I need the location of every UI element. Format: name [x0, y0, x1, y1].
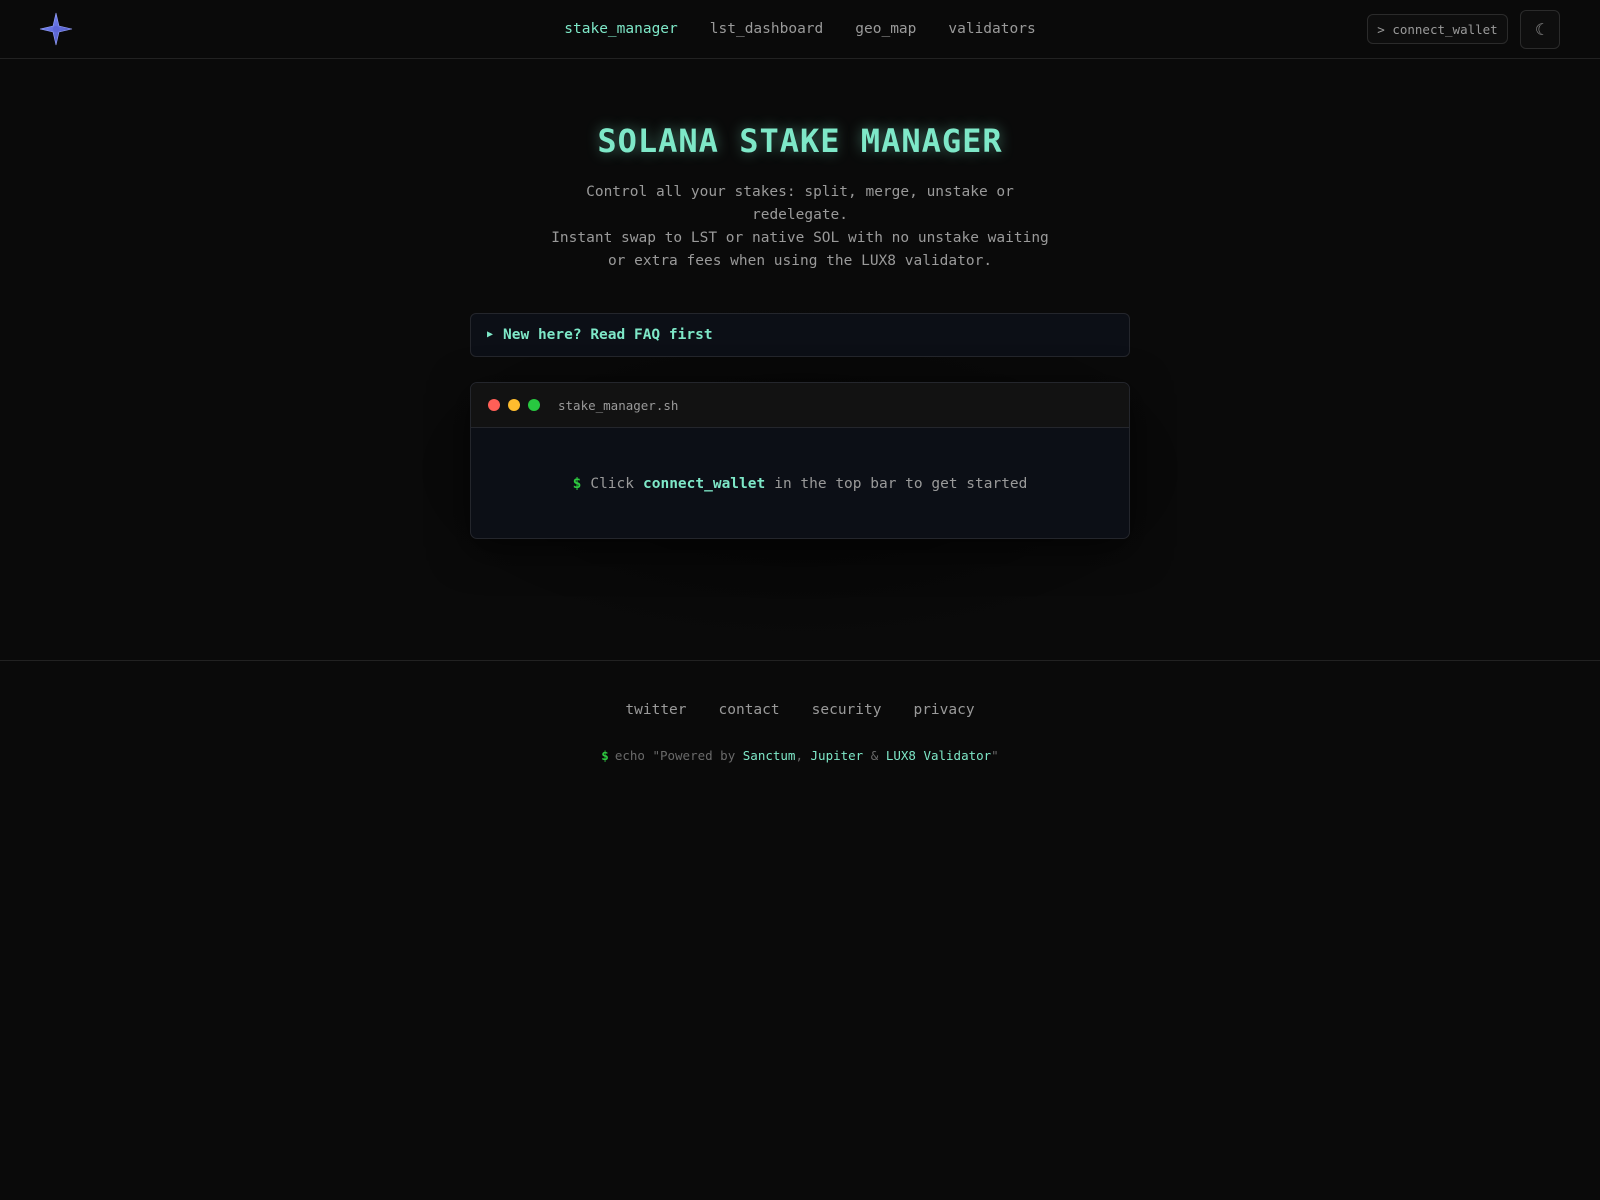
nav-stake-manager[interactable]: stake_manager: [564, 21, 678, 37]
faq-disclosure[interactable]: ▶ New here? Read FAQ first: [470, 313, 1130, 357]
terminal-window: stake_manager.sh $ Click connect_wallet …: [470, 382, 1130, 539]
prompt-symbol: $: [572, 475, 582, 492]
terminal-text-after: in the top bar to get started: [774, 475, 1028, 492]
echo-separator: &: [870, 748, 879, 763]
terminal-text-before: Click: [590, 475, 634, 492]
close-dot-icon: [488, 399, 500, 411]
partner-link-jupiter[interactable]: Jupiter: [811, 748, 864, 763]
top-bar: stake_manager lst_dashboard geo_map vali…: [0, 0, 1600, 59]
echo-suffix: ": [991, 748, 999, 763]
moon-icon: ☾: [1535, 20, 1545, 39]
terminal-highlight: connect_wallet: [643, 475, 766, 492]
terminal-header: stake_manager.sh: [471, 383, 1129, 428]
footer-link-security[interactable]: security: [812, 702, 882, 718]
terminal-body: $ Click connect_wallet in the top bar to…: [471, 428, 1129, 538]
minimize-dot-icon: [508, 399, 520, 411]
footer-divider: [0, 660, 1600, 661]
footer-link-twitter[interactable]: twitter: [625, 702, 686, 718]
terminal-title: stake_manager.sh: [558, 397, 679, 413]
page-subtitle: Control all your stakes: split, merge, u…: [540, 181, 1060, 273]
theme-toggle-button[interactable]: ☾: [1520, 10, 1560, 49]
page-title: SOLANA STAKE MANAGER: [597, 122, 1003, 160]
prompt-symbol: $: [601, 748, 609, 763]
partner-link-sanctum[interactable]: Sanctum: [743, 748, 796, 763]
nav-lst-dashboard[interactable]: lst_dashboard: [710, 21, 824, 37]
footer-link-privacy[interactable]: privacy: [913, 702, 974, 718]
echo-separator: ,: [795, 748, 803, 763]
echo-prefix: echo "Powered by: [614, 748, 736, 763]
nav-validators[interactable]: validators: [948, 21, 1035, 37]
subtitle-line: Instant swap to LST or native SOL with n…: [551, 230, 1049, 246]
partner-link-lux8[interactable]: LUX8 Validator: [886, 748, 991, 763]
main-nav: stake_manager lst_dashboard geo_map vali…: [0, 0, 1600, 58]
faq-label: New here? Read FAQ first: [503, 327, 713, 343]
nav-geo-map[interactable]: geo_map: [855, 21, 916, 37]
subtitle-line: redelegate.: [751, 207, 849, 223]
footer-powered-by: $ echo "Powered by Sanctum, Jupiter & LUX…: [0, 748, 1600, 763]
maximize-dot-icon: [528, 399, 540, 411]
subtitle-line: or extra fees when using the LUX8 valida…: [607, 253, 993, 269]
footer-links: twitter contact security privacy: [0, 702, 1600, 718]
star-logo-icon[interactable]: [39, 12, 73, 46]
triangle-right-icon: ▶: [487, 328, 494, 340]
subtitle-line: Control all your stakes: split, merge, u…: [586, 184, 1014, 200]
footer-link-contact[interactable]: contact: [719, 702, 780, 718]
connect-wallet-button[interactable]: > connect_wallet: [1367, 14, 1508, 44]
